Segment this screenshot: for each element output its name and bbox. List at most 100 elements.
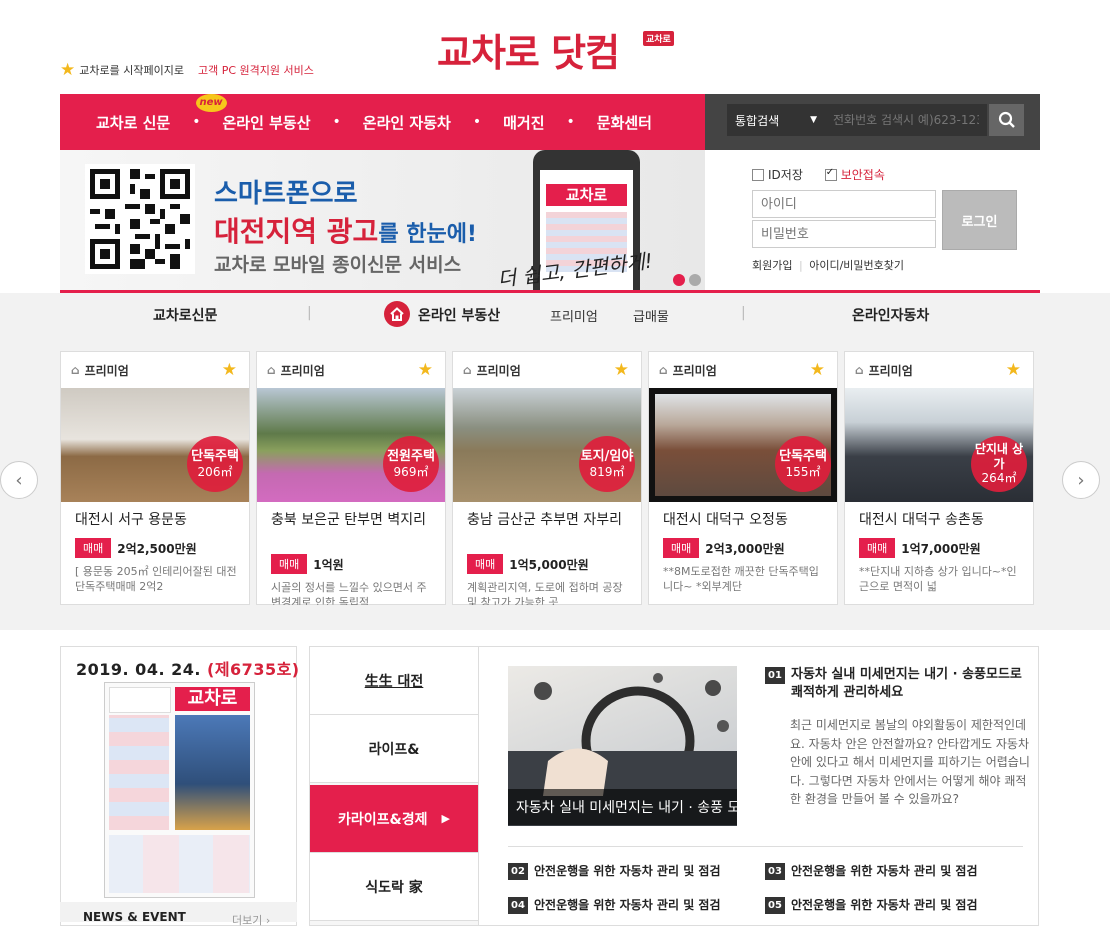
- star-icon[interactable]: ★: [222, 360, 237, 380]
- listing-card[interactable]: ⌂ 프리미엄 ★ 전원주택 969㎡ 충북 보은군 탄부면 벽지리 매매 1억원 시골의…: [256, 351, 446, 605]
- secure-login-label: 보안접속: [840, 168, 885, 182]
- listing-price: 매매 1억원: [271, 554, 344, 574]
- play-arrow-icon: ▶: [441, 812, 450, 825]
- listing-desc: 계획관리지역, 도로에 접하며 공장 및 창고가 가능한 곳: [467, 581, 623, 605]
- remote-support-link[interactable]: 고객 PC 원격지원 서비스: [198, 62, 314, 78]
- banner-headline-2: 대전지역 광고를 한눈에!: [214, 210, 477, 250]
- phone-screen-logo: 교차로: [546, 184, 627, 206]
- save-id-label: ID저장: [768, 168, 803, 182]
- card-header-label: 프리미엄: [868, 363, 913, 378]
- article-list-item[interactable]: 03 안전운행을 위한 자동차 관리 및 점검: [765, 862, 978, 880]
- save-id-checkbox[interactable]: ID저장: [752, 166, 803, 183]
- price-value: 2억3,000만원: [705, 541, 785, 556]
- category-carlife[interactable]: 카라이프&경제 ▶: [310, 785, 478, 853]
- nav-magazine[interactable]: 매거진: [503, 112, 544, 133]
- tab-realestate[interactable]: 온라인 부동산: [418, 305, 500, 325]
- card-header: ⌂ 프리미엄 ★: [649, 352, 837, 388]
- star-icon[interactable]: ★: [1006, 360, 1021, 380]
- listing-desc: 시골의 정서를 느낄수 있으면서 주변경계로 인한 독립적: [271, 581, 427, 605]
- star-icon[interactable]: ★: [614, 360, 629, 380]
- nav-separator: •: [566, 114, 575, 130]
- banner-headline-2-main: 대전지역 광고: [214, 215, 379, 248]
- carousel-dot-active[interactable]: [673, 274, 685, 286]
- tab-car[interactable]: 온라인자동차: [852, 305, 929, 325]
- search-input[interactable]: [825, 104, 987, 136]
- issue-date: 2019. 04. 24. (제6735호): [76, 660, 300, 679]
- listing-price: 매매 1억5,000만원: [467, 554, 589, 574]
- listing-title: 충북 보은군 탄부면 벽지리: [271, 512, 427, 528]
- article-list-item[interactable]: 05 안전운행을 위한 자동차 관리 및 점검: [765, 896, 978, 914]
- listing-desc: [ 용문동 205㎡ 인테리어잘된 대전단독주택매매 2억2: [75, 565, 237, 593]
- listing-card[interactable]: ⌂ 프리미엄 ★ 단독주택 155㎡ 대전시 대덕구 오정동 매매 2억3,000만원 …: [648, 351, 838, 605]
- category-food[interactable]: 식도락 家: [310, 853, 478, 921]
- password-field[interactable]: [752, 220, 936, 248]
- checkbox-icon: [752, 168, 764, 181]
- carousel-dot[interactable]: [689, 274, 701, 286]
- search-icon: [998, 111, 1015, 128]
- listing-card[interactable]: ⌂ 프리미엄 ★ 단독주택 206㎡ 대전시 서구 용문동 매매 2억2,500만원 […: [60, 351, 250, 605]
- price-value: 1억원: [313, 557, 344, 572]
- listing-title: 대전시 서구 용문동: [75, 512, 187, 528]
- listing-title: 충남 금산군 추부면 자부리: [467, 512, 623, 528]
- site-logo[interactable]: 교차로 닷컴: [437, 22, 620, 77]
- listing-card[interactable]: ⌂ 프리미엄 ★ 단지내 상가 264㎡ 대전시 대덕구 송촌동 매매 1억7,000만…: [844, 351, 1034, 605]
- lead-article-summary: 최근 미세먼지로 봄날의 야외활동이 제한적인데요. 자동차 안은 안전할까요?…: [790, 718, 1030, 807]
- main-nav: 교차로 신문 • new 온라인 부동산 • 온라인 자동차 • 매거진 • 문…: [60, 93, 705, 150]
- deal-type-tag: 매매: [663, 538, 700, 558]
- chevron-right-icon: ›: [1077, 469, 1085, 491]
- nav-culture[interactable]: 문화센터: [597, 112, 652, 133]
- nav-separator: •: [192, 114, 201, 130]
- nav-realestate[interactable]: new 온라인 부동산: [195, 93, 311, 133]
- home-small-icon: ⌂: [71, 363, 80, 377]
- category-daejeon[interactable]: 生生 대전: [310, 647, 478, 715]
- secure-login-checkbox[interactable]: 보안접속: [824, 166, 885, 183]
- star-icon[interactable]: ★: [810, 360, 825, 380]
- card-header-label: 프리미엄: [476, 363, 521, 378]
- article-list-item[interactable]: 02 안전운행을 위한 자동차 관리 및 점검: [508, 862, 721, 880]
- carousel-next-button[interactable]: ›: [1062, 461, 1100, 499]
- search-category-select[interactable]: 통합검색 ▼: [727, 104, 825, 136]
- divider: |: [798, 259, 803, 272]
- banner-headline-1: 스마트폰으로: [214, 179, 358, 209]
- star-icon[interactable]: ★: [418, 360, 433, 380]
- listing-card[interactable]: ⌂ 프리미엄 ★ 토지/임야 819㎡ 충남 금산군 추부면 자부리 매매 1억5,00…: [452, 351, 642, 605]
- carousel-prev-button[interactable]: ‹: [0, 461, 38, 499]
- issue-cover-image[interactable]: 교차로: [104, 682, 255, 898]
- home-small-icon: ⌂: [463, 363, 472, 377]
- nav-newspaper[interactable]: 교차로 신문: [96, 112, 170, 133]
- issue-number: (제6735호): [207, 660, 300, 679]
- news-more-link[interactable]: 더보기 ›: [232, 912, 270, 928]
- tab-urgent[interactable]: 급매물: [633, 306, 669, 325]
- home-icon: [384, 301, 410, 327]
- card-header: ⌂ 프리미엄 ★: [453, 352, 641, 388]
- banner-subline: 교차로 모바일 종이신문 서비스: [214, 254, 462, 276]
- property-type-badge: 단독주택 155㎡: [775, 436, 831, 492]
- signup-link[interactable]: 회원가입: [752, 259, 792, 272]
- section-tabs: 교차로신문 | 온라인 부동산 프리미엄 급매물 | 온라인자동차: [0, 300, 1110, 330]
- card-header: ⌂ 프리미엄 ★: [257, 352, 445, 388]
- article-list-item[interactable]: 04 안전운행을 위한 자동차 관리 및 점검: [508, 896, 721, 914]
- lead-article-title[interactable]: 01 자동차 실내 미세먼지는 내기 · 송풍모드로 쾌적하게 관리하세요: [765, 666, 1030, 702]
- rank-badge: 04: [508, 897, 528, 914]
- login-button[interactable]: 로그인: [942, 190, 1017, 250]
- find-account-link[interactable]: 아이디/비밀번호찾기: [809, 259, 904, 272]
- card-header-label: 프리미엄: [84, 363, 129, 378]
- price-value: 2억2,500만원: [117, 541, 197, 556]
- rank-badge: 01: [765, 667, 785, 684]
- cover-logo: 교차로: [175, 687, 250, 711]
- feature-caption[interactable]: 자동차 실내 미세먼지는 내기 · 송풍 모드로 쾌적하게 관리하세요: [508, 789, 737, 825]
- listing-price: 매매 2억3,000만원: [663, 538, 785, 558]
- tab-premium[interactable]: 프리미엄: [550, 306, 598, 325]
- tab-newspaper[interactable]: 교차로신문: [153, 305, 217, 325]
- card-header: ⌂ 프리미엄 ★: [845, 352, 1033, 388]
- nav-car[interactable]: 온라인 자동차: [363, 112, 451, 133]
- search-button[interactable]: [989, 104, 1024, 136]
- deal-type-tag: 매매: [271, 554, 308, 574]
- nav-separator: •: [472, 114, 482, 130]
- category-life[interactable]: 라이프&: [310, 715, 478, 783]
- start-page-link[interactable]: 교차로를 시작페이지로: [79, 62, 184, 78]
- nav-realestate-label: 온라인 부동산: [222, 113, 311, 132]
- chevron-left-icon: ‹: [15, 469, 23, 491]
- price-value: 1억7,000만원: [901, 541, 981, 556]
- id-field[interactable]: [752, 190, 936, 218]
